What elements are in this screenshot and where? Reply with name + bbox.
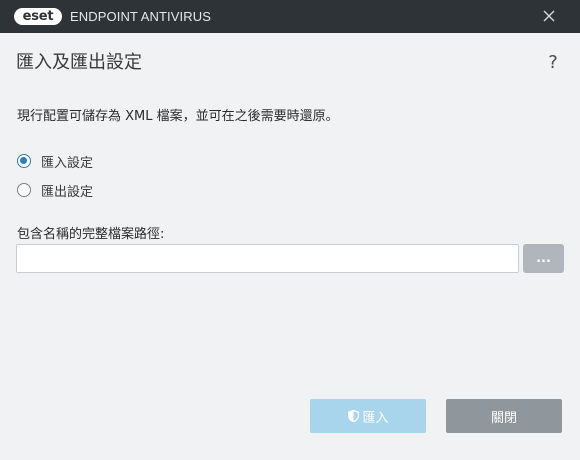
export-settings-radio[interactable] bbox=[17, 183, 31, 197]
close-window-button[interactable] bbox=[533, 0, 565, 33]
title-bar: eset ENDPOINT ANTIVIRUS bbox=[0, 0, 580, 33]
file-path-input[interactable] bbox=[16, 244, 519, 273]
browse-button[interactable]: ... bbox=[523, 244, 564, 273]
import-button-label: 匯入 bbox=[362, 410, 389, 426]
file-path-label: 包含名稱的完整檔案路徑: bbox=[17, 227, 165, 242]
export-settings-label: 匯出設定 bbox=[41, 184, 94, 200]
import-settings-radio-option[interactable]: 匯入設定 bbox=[17, 151, 93, 171]
help-button[interactable]: ? bbox=[543, 51, 563, 75]
shield-icon bbox=[348, 409, 360, 423]
description-text: 現行配置可儲存為 XML 檔案，並可在之後需要時還原。 bbox=[17, 109, 339, 124]
eset-logo: eset bbox=[14, 8, 62, 25]
page-title: 匯入及匯出設定 bbox=[16, 52, 142, 73]
export-settings-radio-option[interactable]: 匯出設定 bbox=[17, 180, 93, 200]
import-settings-label: 匯入設定 bbox=[41, 155, 94, 171]
close-button[interactable]: 關閉 bbox=[446, 399, 562, 433]
close-icon bbox=[543, 10, 555, 22]
import-button[interactable]: 匯入 bbox=[310, 399, 426, 433]
product-name: ENDPOINT ANTIVIRUS bbox=[70, 9, 211, 24]
import-settings-radio[interactable] bbox=[17, 154, 31, 168]
close-button-label: 關閉 bbox=[490, 410, 517, 426]
